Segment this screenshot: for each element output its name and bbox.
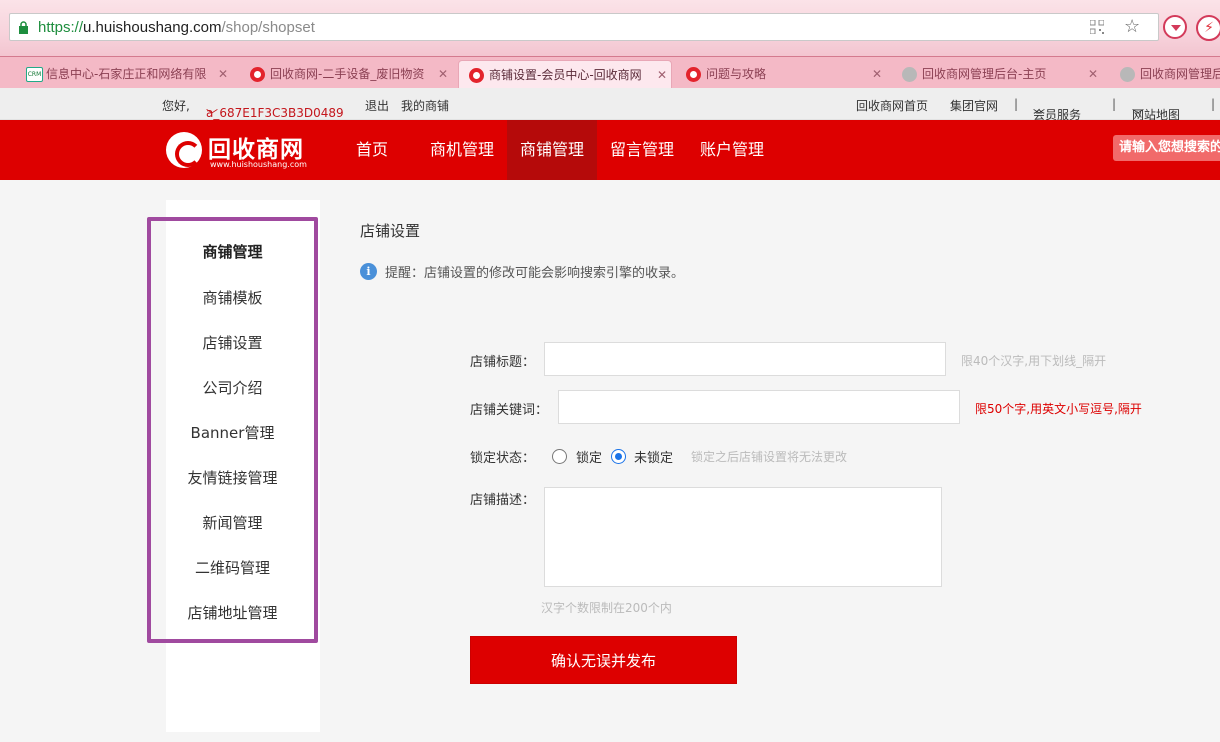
logo-text: 回收商网 (208, 137, 304, 163)
my-shop-link[interactable]: 我的商铺 (401, 97, 449, 114)
divider: | (1112, 97, 1117, 111)
sidebar-item-banner[interactable]: Banner管理 (151, 422, 314, 443)
keywords-label: 店铺关键词： (470, 403, 549, 418)
tab-faq[interactable]: 问题与攻略 ✕ (676, 60, 886, 89)
close-icon[interactable]: ✕ (438, 60, 448, 88)
crm-icon: CRM (26, 67, 43, 82)
sidebar-title: 商铺管理 (202, 243, 263, 261)
radio-unlocked[interactable] (611, 449, 626, 464)
sidebar-item-friend-links[interactable]: 友情链接管理 (151, 467, 314, 488)
nav-shop[interactable]: 商铺管理 (507, 120, 597, 180)
qr-code-icon[interactable] (1090, 20, 1104, 34)
tab-label: 回收商网管理后台 (1140, 67, 1220, 81)
tab-shop-settings[interactable]: 商铺设置-会员中心-回收商网 ✕ (458, 60, 672, 89)
lock-icon (19, 21, 28, 34)
shop-title-hint: 限40个汉字,用下划线_隔开 (961, 354, 1107, 368)
tab-admin[interactable]: 回收商网管理后台 (1110, 60, 1220, 89)
site-logo-icon (469, 68, 484, 83)
site-logo[interactable]: 回收商网 www.huishoushang.com (166, 130, 326, 170)
site-top-strip: 您好, a_687E1F3C3B3D0489 ﹀ 退出 我的商铺 回收商网首页 … (0, 88, 1220, 122)
lock-hint: 锁定之后店铺设置将无法更改 (691, 450, 848, 464)
tab-label: 回收商网管理后台-主页 (922, 67, 1047, 81)
extension-dropdown-icon[interactable] (1163, 15, 1187, 39)
logo-mark-icon (166, 132, 202, 168)
browser-toolbar: https://u.huishoushang.com/shop/shopset … (0, 0, 1220, 56)
close-icon[interactable]: ✕ (1088, 60, 1098, 88)
tab-admin-home[interactable]: 回收商网管理后台-主页 ✕ (892, 60, 1102, 89)
radio-locked[interactable] (552, 449, 567, 464)
radio-unlocked-label[interactable]: 未锁定 (634, 447, 673, 466)
logout-link[interactable]: 退出 (365, 97, 389, 114)
tab-label: 商铺设置-会员中心-回收商网 (489, 68, 642, 82)
address-bar[interactable]: https://u.huishoushang.com/shop/shopset … (9, 13, 1159, 41)
nav-account[interactable]: 账户管理 (688, 120, 776, 180)
sidebar-item-template[interactable]: 商铺模板 (151, 287, 314, 308)
main-header: 回收商网 www.huishoushang.com 首页 商机管理 商铺管理 留… (0, 120, 1220, 180)
tip-text: 提醒：店铺设置的修改可能会影响搜索引擎的收录。 (385, 266, 685, 281)
site-logo-icon (250, 67, 265, 82)
tab-bar: CRM 信息中心-石家庄正和网络有限 ✕ 回收商网-二手设备_废旧物资 ✕ 商铺… (0, 56, 1220, 89)
shop-title-input[interactable] (544, 342, 946, 376)
keywords-input[interactable] (558, 390, 960, 424)
tab-label: 问题与攻略 (706, 67, 767, 81)
close-icon[interactable]: ✕ (657, 61, 667, 89)
shop-title-label: 店铺标题： (470, 355, 536, 370)
description-label: 店铺描述： (470, 493, 536, 508)
home-link[interactable]: 回收商网首页 (856, 97, 928, 114)
tab-crm[interactable]: CRM 信息中心-石家庄正和网络有限 ✕ (16, 60, 232, 89)
sidebar-item-shop-settings[interactable]: 店铺设置 (151, 332, 314, 353)
tab-home[interactable]: 回收商网-二手设备_废旧物资 ✕ (240, 60, 452, 89)
radio-locked-label[interactable]: 锁定 (576, 447, 602, 466)
page-title: 店铺设置 (360, 222, 421, 240)
divider: | (1211, 97, 1216, 111)
sidebar-item-qrcode[interactable]: 二维码管理 (151, 557, 314, 578)
tab-label: 信息中心-石家庄正和网络有限 (46, 67, 207, 81)
greeting-text: 您好, (162, 99, 190, 113)
extension-flash-icon[interactable]: ⚡ (1196, 15, 1220, 41)
site-logo-icon (686, 67, 701, 82)
nav-home[interactable]: 首页 (342, 120, 402, 180)
globe-icon (902, 67, 917, 82)
close-icon[interactable]: ✕ (872, 60, 882, 88)
sidebar-item-news[interactable]: 新闻管理 (151, 512, 314, 533)
nav-business[interactable]: 商机管理 (418, 120, 506, 180)
lock-status-label: 锁定状态： (470, 451, 536, 466)
description-hint: 汉字个数限制在200个内 (541, 601, 672, 615)
nav-messages[interactable]: 留言管理 (598, 120, 686, 180)
globe-icon (1120, 67, 1135, 82)
url-text: https://u.huishoushang.com/shop/shopset (38, 19, 315, 36)
search-input[interactable]: 请输入您想搜索的 (1113, 135, 1220, 161)
sidebar-item-address[interactable]: 店铺地址管理 (151, 602, 314, 623)
close-icon[interactable]: ✕ (218, 60, 228, 88)
divider: | (1014, 97, 1019, 111)
group-site-link[interactable]: 集团官网 (950, 97, 998, 114)
keywords-hint: 限50个字,用英文小写逗号,隔开 (975, 402, 1142, 416)
publish-button[interactable]: 确认无误并发布 (470, 636, 737, 684)
bookmark-star-icon[interactable]: ☆ (1124, 17, 1144, 37)
info-icon: i (360, 263, 377, 280)
sidebar-item-company-intro[interactable]: 公司介绍 (151, 377, 314, 398)
logo-domain: www.huishoushang.com (210, 160, 307, 169)
sidebar: 商铺管理 商铺模板 店铺设置 公司介绍 Banner管理 友情链接管理 新闻管理… (147, 217, 318, 643)
description-textarea[interactable] (544, 487, 942, 587)
tab-label: 回收商网-二手设备_废旧物资 (270, 67, 425, 81)
